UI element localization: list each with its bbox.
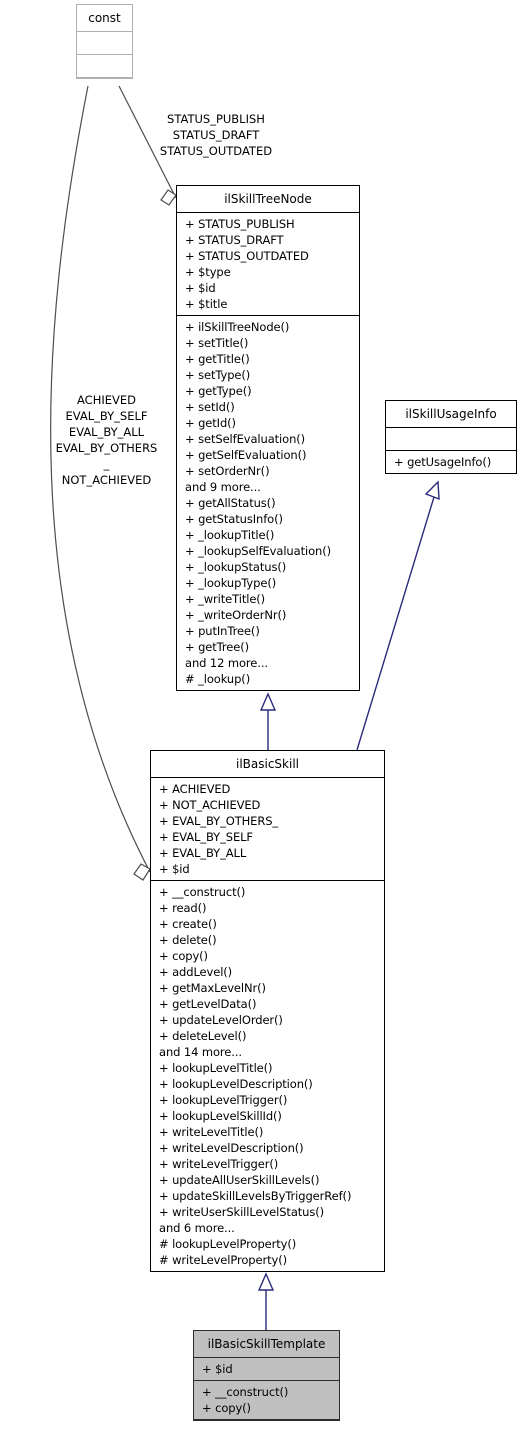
class-operations-ilbasicskilltemplate: + __construct() + copy() xyxy=(194,1381,339,1420)
class-member-row: + addLevel() xyxy=(159,965,233,979)
edge-label-line: STATUS_PUBLISH xyxy=(167,112,265,126)
class-attributes-const xyxy=(77,32,132,55)
class-member-row: + __construct() xyxy=(159,885,246,899)
class-member-row: + lookupLevelSkillId() xyxy=(159,1109,282,1123)
class-member-row: + $id xyxy=(185,281,216,295)
class-member-row: and 12 more... xyxy=(185,656,268,670)
class-title-ilbasicskilltemplate: ilBasicSkillTemplate xyxy=(194,1331,339,1358)
class-member-row: + setId() xyxy=(185,400,235,414)
edge-label-line: NOT_ACHIEVED xyxy=(61,473,152,487)
class-attributes-ilbasicskilltemplate: + $id xyxy=(194,1358,339,1381)
class-member-row: + _lookupSelfEvaluation() xyxy=(185,544,331,558)
class-member-row: + getTree() xyxy=(185,640,250,654)
class-attributes-ilskillusageinfo xyxy=(386,428,516,451)
uml-class-diagram: const ilSkillTreeNode + STATUS_PUBLISH + … xyxy=(0,0,520,1435)
class-member-row: + STATUS_PUBLISH xyxy=(185,217,295,231)
class-member-row: + EVAL_BY_ALL xyxy=(159,846,247,860)
class-member-row: + ACHIEVED xyxy=(159,782,231,796)
class-member-row: # _lookup() xyxy=(185,672,251,686)
class-member-row: + getId() xyxy=(185,416,236,430)
class-member-row: + copy() xyxy=(159,949,208,963)
class-member-row: + $type xyxy=(185,265,231,279)
class-title-ilskilltreenode: ilSkillTreeNode xyxy=(177,186,359,213)
edge-ilbasicskill-to-ilskilltreenode xyxy=(259,692,277,750)
edge-ilbasicskilltemplate-to-ilbasicskill xyxy=(257,1272,275,1330)
edge-label-line: ACHIEVED xyxy=(77,393,136,407)
class-member-row: + getMaxLevelNr() xyxy=(159,981,266,995)
class-member-row: + STATUS_OUTDATED xyxy=(185,249,309,263)
class-member-row: + ilSkillTreeNode() xyxy=(185,320,290,334)
class-box-ilbasicskilltemplate[interactable]: ilBasicSkillTemplate + $id + __construct… xyxy=(193,1330,340,1421)
class-member-row: + getTitle() xyxy=(185,352,250,366)
class-member-row: + $id xyxy=(202,1362,233,1376)
class-member-row: + updateLevelOrder() xyxy=(159,1013,283,1027)
class-attributes-ilbasicskill: + ACHIEVED + NOT_ACHIEVED + EVAL_BY_OTHERS… xyxy=(151,778,384,881)
class-member-row: + $title xyxy=(185,297,228,311)
class-member-row: + STATUS_DRAFT xyxy=(185,233,284,247)
class-operations-ilskillusageinfo: + getUsageInfo() xyxy=(386,451,516,473)
class-box-const[interactable]: const xyxy=(76,4,133,79)
class-member-row: + EVAL_BY_SELF xyxy=(159,830,253,844)
class-member-row: + lookupLevelDescription() xyxy=(159,1077,313,1091)
class-member-row: + _writeTitle() xyxy=(185,592,266,606)
class-member-row: + putInTree() xyxy=(185,624,260,638)
class-member-row: + setType() xyxy=(185,368,251,382)
class-member-row: + writeLevelDescription() xyxy=(159,1141,304,1155)
class-title-ilskillusageinfo: ilSkillUsageInfo xyxy=(386,401,516,428)
class-member-row: + getType() xyxy=(185,384,252,398)
class-member-row: + lookupLevelTrigger() xyxy=(159,1093,288,1107)
class-operations-const xyxy=(77,55,132,78)
edge-label-const-to-ilskilltreenode: STATUS_PUBLISH STATUS_DRAFT STATUS_OUTDATE… xyxy=(146,111,286,159)
class-member-row: # writeLevelProperty() xyxy=(159,1253,287,1267)
class-operations-ilbasicskill: + __construct() + read() + create() + delet… xyxy=(151,881,384,1271)
class-member-row: + writeLevelTrigger() xyxy=(159,1157,279,1171)
class-member-row: + updateAllUserSkillLevels() xyxy=(159,1173,320,1187)
class-title-ilbasicskill: ilBasicSkill xyxy=(151,751,384,778)
edge-label-line: EVAL_BY_OTHERS xyxy=(55,441,158,455)
edge-label-line: STATUS_OUTDATED xyxy=(159,144,273,158)
edge-label-const-to-ilbasicskill: ACHIEVED EVAL_BY_SELF EVAL_BY_ALL EVAL_BY_O… xyxy=(34,392,179,488)
class-member-row: + NOT_ACHIEVED xyxy=(159,798,261,812)
class-member-row: + EVAL_BY_OTHERS_ xyxy=(159,814,279,828)
class-member-row: + copy() xyxy=(202,1401,251,1415)
class-member-row: + getSelfEvaluation() xyxy=(185,448,307,462)
class-member-row: + lookupLevelTitle() xyxy=(159,1061,273,1075)
class-box-ilbasicskill[interactable]: ilBasicSkill + ACHIEVED + NOT_ACHIEVED + E… xyxy=(150,750,385,1272)
edge-label-line: EVAL_BY_SELF xyxy=(65,409,148,423)
class-member-row: + delete() xyxy=(159,933,217,947)
class-member-row: and 14 more... xyxy=(159,1045,242,1059)
class-member-row: + _lookupStatus() xyxy=(185,560,287,574)
edge-ilbasicskill-to-ilskillusageinfo xyxy=(356,480,440,751)
class-member-row: # lookupLevelProperty() xyxy=(159,1237,297,1251)
class-member-row: + _writeOrderNr() xyxy=(185,608,287,622)
class-member-row: + read() xyxy=(159,901,207,915)
class-attributes-ilskilltreenode: + STATUS_PUBLISH + STATUS_DRAFT + STATUS_O… xyxy=(177,213,359,316)
class-member-row: + updateSkillLevelsByTriggerRef() xyxy=(159,1189,352,1203)
class-member-row: + writeLevelTitle() xyxy=(159,1125,264,1139)
class-title-const: const xyxy=(77,5,132,32)
class-member-row: + _lookupTitle() xyxy=(185,528,275,542)
class-member-row: + getUsageInfo() xyxy=(394,455,492,469)
edge-label-line: EVAL_BY_ALL xyxy=(68,425,145,439)
class-member-row: and 9 more... xyxy=(185,480,261,494)
class-member-row: and 6 more... xyxy=(159,1221,235,1235)
class-member-row: + getAllStatus() xyxy=(185,496,276,510)
class-member-row: + setOrderNr() xyxy=(185,464,270,478)
class-member-row: + _lookupType() xyxy=(185,576,277,590)
class-member-row: + getStatusInfo() xyxy=(185,512,283,526)
class-member-row: + create() xyxy=(159,917,217,931)
class-member-row: + deleteLevel() xyxy=(159,1029,247,1043)
edge-label-line: STATUS_DRAFT xyxy=(172,128,260,142)
class-member-row: + getLevelData() xyxy=(159,997,257,1011)
class-box-ilskillusageinfo[interactable]: ilSkillUsageInfo + getUsageInfo() xyxy=(385,400,517,474)
class-member-row: + setTitle() xyxy=(185,336,249,350)
class-member-row: + writeUserSkillLevelStatus() xyxy=(159,1205,325,1219)
class-member-row: + __construct() xyxy=(202,1385,289,1399)
class-member-row: + $id xyxy=(159,862,190,876)
class-member-row: + setSelfEvaluation() xyxy=(185,432,306,446)
class-box-ilskilltreenode[interactable]: ilSkillTreeNode + STATUS_PUBLISH + STATUS… xyxy=(176,185,360,691)
class-operations-ilskilltreenode: + ilSkillTreeNode() + setTitle() + getTitl… xyxy=(177,316,359,690)
edge-label-line: _ xyxy=(103,457,110,471)
